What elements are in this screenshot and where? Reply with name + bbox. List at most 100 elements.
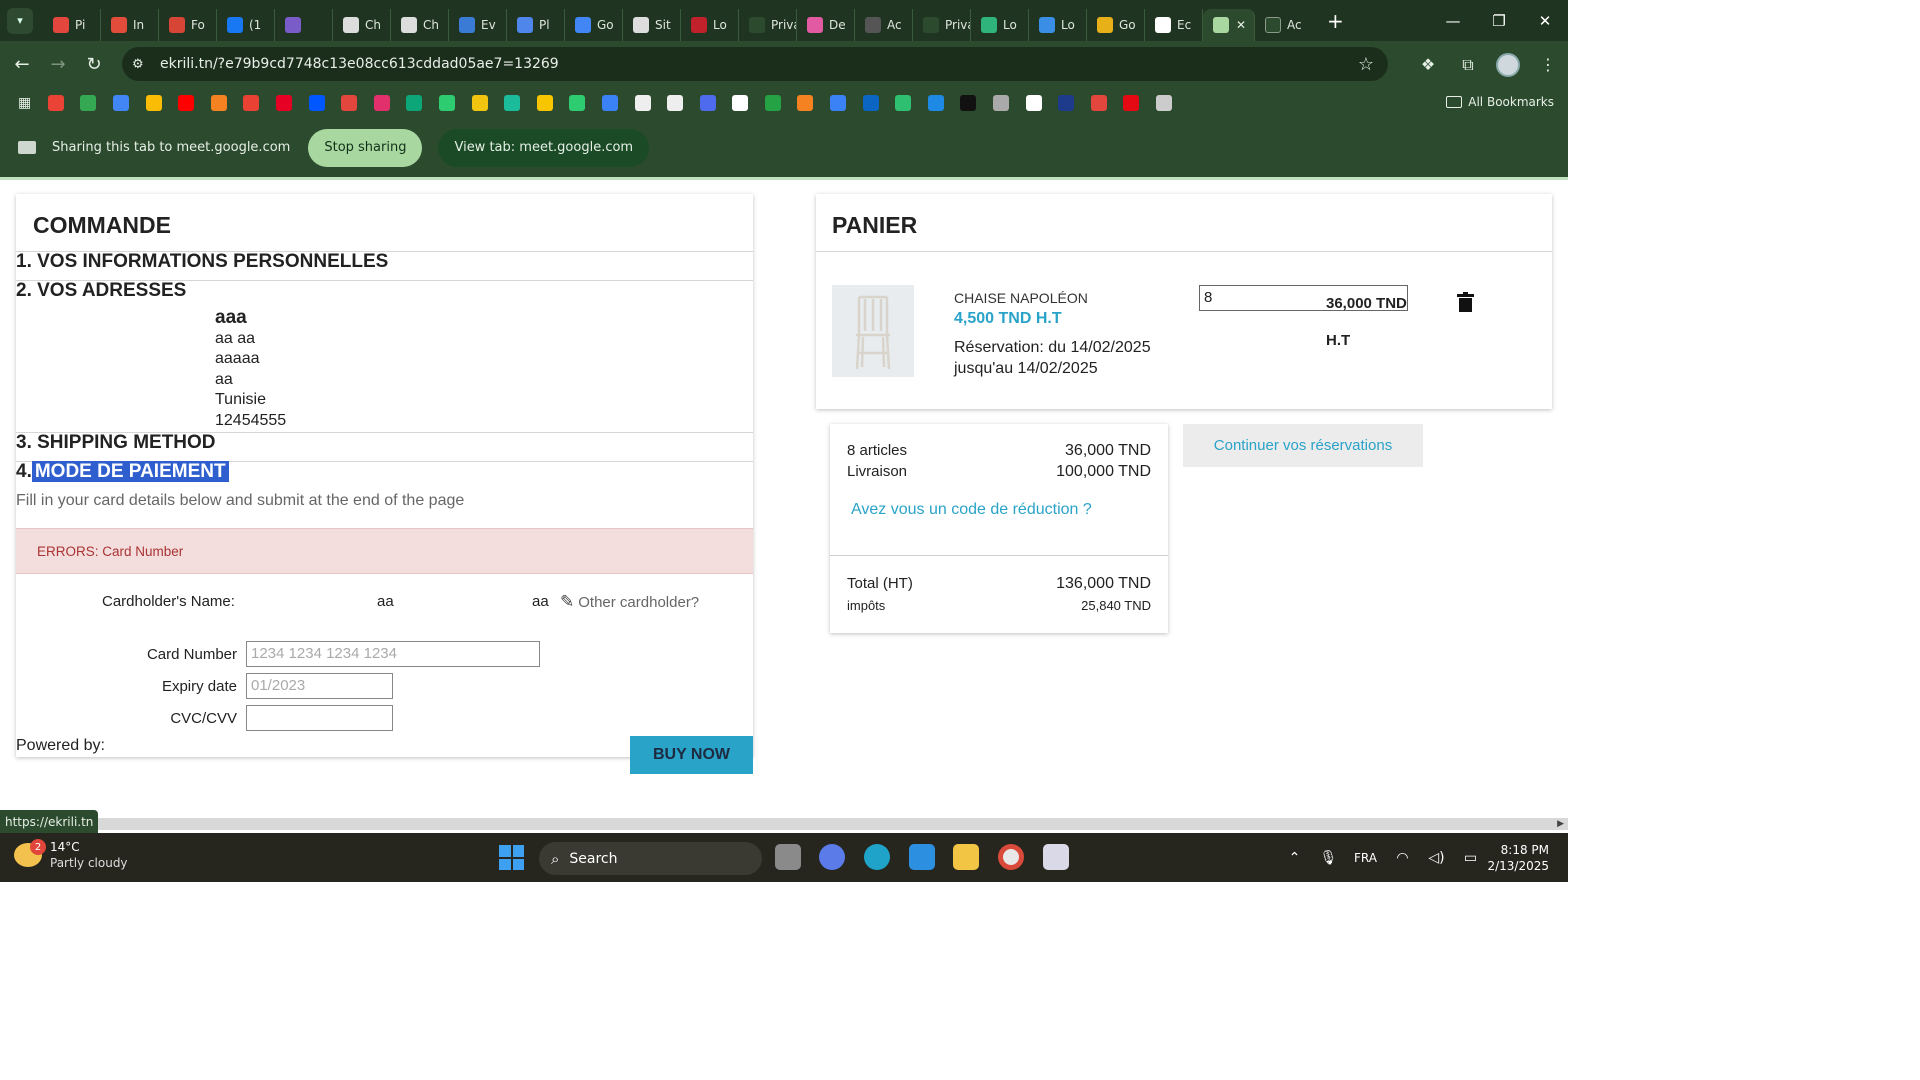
browser-tab[interactable]: Ev <box>449 8 507 41</box>
snipping-tool-icon[interactable] <box>1043 844 1069 870</box>
expiry-input[interactable]: 01/2023 <box>246 673 393 699</box>
tab-trailing[interactable]: Ac <box>1255 9 1313 41</box>
bookmark-icon[interactable] <box>927 95 944 111</box>
task-view-icon[interactable] <box>775 844 801 870</box>
browser-tab[interactable]: Pl <box>507 8 565 41</box>
bookmark-icon[interactable] <box>862 95 879 111</box>
bookmark-icon[interactable] <box>830 95 847 111</box>
browser-tab[interactable]: Pi <box>43 8 101 41</box>
back-icon[interactable]: ← <box>4 47 40 83</box>
chrome-icon[interactable] <box>998 844 1024 870</box>
tab-search-button[interactable]: ▾ <box>7 7 33 34</box>
bookmark-star-icon[interactable]: ☆ <box>1358 54 1374 75</box>
bookmark-icon[interactable] <box>113 95 130 111</box>
forward-icon[interactable]: → <box>40 47 76 83</box>
bookmark-icon[interactable] <box>1090 95 1107 111</box>
bookmark-icon[interactable] <box>699 95 716 111</box>
browser-tab[interactable]: Ch <box>391 8 449 41</box>
bookmark-icon[interactable] <box>373 95 390 111</box>
site-info-icon[interactable]: ⚙ <box>132 57 152 72</box>
browser-tab[interactable]: Lo <box>681 8 739 41</box>
all-bookmarks-button[interactable]: All Bookmarks <box>1446 95 1554 109</box>
vscode-icon[interactable] <box>909 844 935 870</box>
scroll-right-icon[interactable]: ▶ <box>1557 819 1564 829</box>
bookmark-icon[interactable] <box>1156 95 1173 111</box>
other-cardholder-link[interactable]: ✎ Other cardholder? <box>560 592 699 612</box>
bookmark-icon[interactable] <box>667 95 684 111</box>
card-number-input[interactable]: 1234 1234 1234 1234 <box>246 641 540 667</box>
extensions-icon[interactable]: ⧉ <box>1448 47 1488 83</box>
tab-close-icon[interactable]: ✕ <box>1236 18 1246 32</box>
active-tab[interactable]: ✕ <box>1203 8 1255 41</box>
bookmark-icon[interactable] <box>960 95 977 111</box>
discount-code-link[interactable]: Avez vous un code de réduction ? <box>851 501 1092 519</box>
bookmark-icon[interactable] <box>243 95 260 111</box>
product-image[interactable] <box>832 285 914 377</box>
bookmark-icon[interactable] <box>1058 95 1075 111</box>
address-bar[interactable]: ⚙ ekrili.tn/?e79b9cd7748c13e08cc613cddad… <box>122 47 1388 81</box>
bookmark-icon[interactable] <box>80 95 97 111</box>
taskbar-search[interactable]: ⌕ Search <box>539 842 762 875</box>
menu-icon[interactable]: ⋮ <box>1528 47 1568 83</box>
bookmark-icon[interactable] <box>504 95 521 111</box>
battery-icon[interactable]: ▭ <box>1453 850 1487 866</box>
bookmark-icon[interactable] <box>634 95 651 111</box>
bookmark-icon[interactable] <box>1025 95 1042 111</box>
bookmark-icon[interactable] <box>438 95 455 111</box>
bookmark-icon[interactable] <box>536 95 553 111</box>
reload-icon[interactable]: ↻ <box>76 47 112 83</box>
view-tab-button[interactable]: View tab: meet.google.com <box>438 128 650 167</box>
bookmark-icon[interactable] <box>993 95 1010 111</box>
browser-tab[interactable]: (1 <box>217 8 275 41</box>
restore-icon[interactable]: ❐ <box>1476 0 1522 41</box>
bookmark-icon[interactable] <box>341 95 358 111</box>
bookmark-icon[interactable] <box>1123 95 1140 111</box>
chevron-up-icon[interactable]: ⌃ <box>1277 850 1311 866</box>
bookmark-icon[interactable] <box>47 95 64 111</box>
cvc-input[interactable] <box>246 705 393 731</box>
bookmark-icon[interactable] <box>732 95 749 111</box>
copilot-icon[interactable] <box>819 844 845 870</box>
bookmark-icon[interactable] <box>764 95 781 111</box>
profile-avatar[interactable] <box>1488 47 1528 83</box>
browser-tab[interactable]: Fo <box>159 8 217 41</box>
wifi-icon[interactable]: ◠ <box>1385 850 1419 866</box>
buy-now-button[interactable]: BUY NOW <box>630 736 753 774</box>
product-name[interactable]: CHAISE NAPOLÉON <box>954 290 1088 306</box>
bookmark-icon[interactable] <box>406 95 423 111</box>
browser-tab[interactable]: In <box>101 8 159 41</box>
bookmark-icon[interactable] <box>178 95 195 111</box>
browser-tab[interactable] <box>275 8 333 41</box>
browser-tab[interactable]: Privacy <box>913 8 971 41</box>
edge-icon[interactable] <box>864 844 890 870</box>
volume-icon[interactable]: ◁) <box>1419 850 1453 866</box>
bookmark-icon[interactable] <box>895 95 912 111</box>
bookmark-icon[interactable] <box>275 95 292 111</box>
continue-reservations-button[interactable]: Continuer vos réservations <box>1183 424 1423 467</box>
trash-icon[interactable] <box>1457 292 1474 312</box>
browser-tab[interactable]: Sit <box>623 8 681 41</box>
url-text[interactable]: ekrili.tn/?e79b9cd7748c13e08cc613cddad05… <box>160 56 559 72</box>
file-explorer-icon[interactable] <box>953 844 979 870</box>
browser-tab[interactable]: Ec <box>1145 8 1203 41</box>
bookmark-icon[interactable] <box>210 95 227 111</box>
browser-tab[interactable]: De <box>797 8 855 41</box>
start-icon[interactable] <box>499 845 524 870</box>
language-indicator[interactable]: FRA <box>1345 851 1385 865</box>
minimize-icon[interactable]: — <box>1430 0 1476 41</box>
browser-tab[interactable]: Go <box>1087 8 1145 41</box>
bookmark-icon[interactable] <box>471 95 488 111</box>
browser-tab[interactable]: Lo <box>1029 8 1087 41</box>
browser-tab[interactable]: Go <box>565 8 623 41</box>
extension-badge-icon[interactable]: ❖ <box>1408 47 1448 83</box>
bookmark-icon[interactable] <box>145 95 162 111</box>
microphone-icon[interactable]: 🎙 <box>1311 850 1345 866</box>
browser-tab[interactable]: Privacy <box>739 8 797 41</box>
weather-widget[interactable]: 2 14°C Partly cloudy <box>14 839 128 871</box>
browser-tab[interactable]: Ch <box>333 8 391 41</box>
section-payment[interactable]: 4. MODE DE PAIEMENT <box>16 461 229 483</box>
section-addresses[interactable]: 2. VOS ADRESSES <box>16 280 186 302</box>
browser-tab[interactable]: Lo <box>971 8 1029 41</box>
apps-icon[interactable]: ▦ <box>18 95 31 111</box>
horizontal-scrollbar[interactable]: ▶ <box>93 818 1568 830</box>
